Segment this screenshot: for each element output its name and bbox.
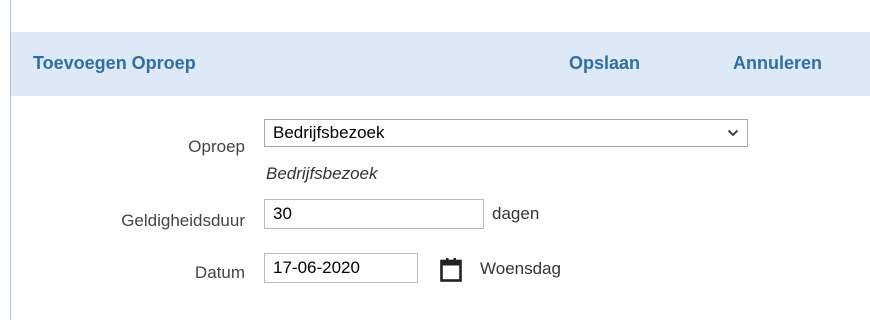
geldigheidsduur-input[interactable] <box>264 199 484 229</box>
oproep-label: Oproep <box>188 137 245 156</box>
geldigheidsduur-label: Geldigheidsduur <box>121 211 245 230</box>
geldigheidsduur-unit: dagen <box>492 204 540 223</box>
oproep-select-value: Bedrijfsbezoek <box>273 123 385 142</box>
calendar-icon[interactable] <box>440 258 462 282</box>
oproep-description: Bedrijfsbezoek <box>266 164 378 183</box>
form-header: Toevoegen Oproep Opslaan Annuleren <box>11 32 870 96</box>
oproep-select[interactable]: Bedrijfsbezoek <box>264 119 748 147</box>
datum-input[interactable] <box>264 253 418 283</box>
datum-weekday: Woensdag <box>480 259 561 278</box>
form-title: Toevoegen Oproep <box>33 53 196 73</box>
save-button[interactable]: Opslaan <box>569 53 640 74</box>
cancel-button[interactable]: Annuleren <box>733 53 822 74</box>
chevron-down-icon <box>727 129 739 137</box>
datum-label: Datum <box>194 263 245 282</box>
